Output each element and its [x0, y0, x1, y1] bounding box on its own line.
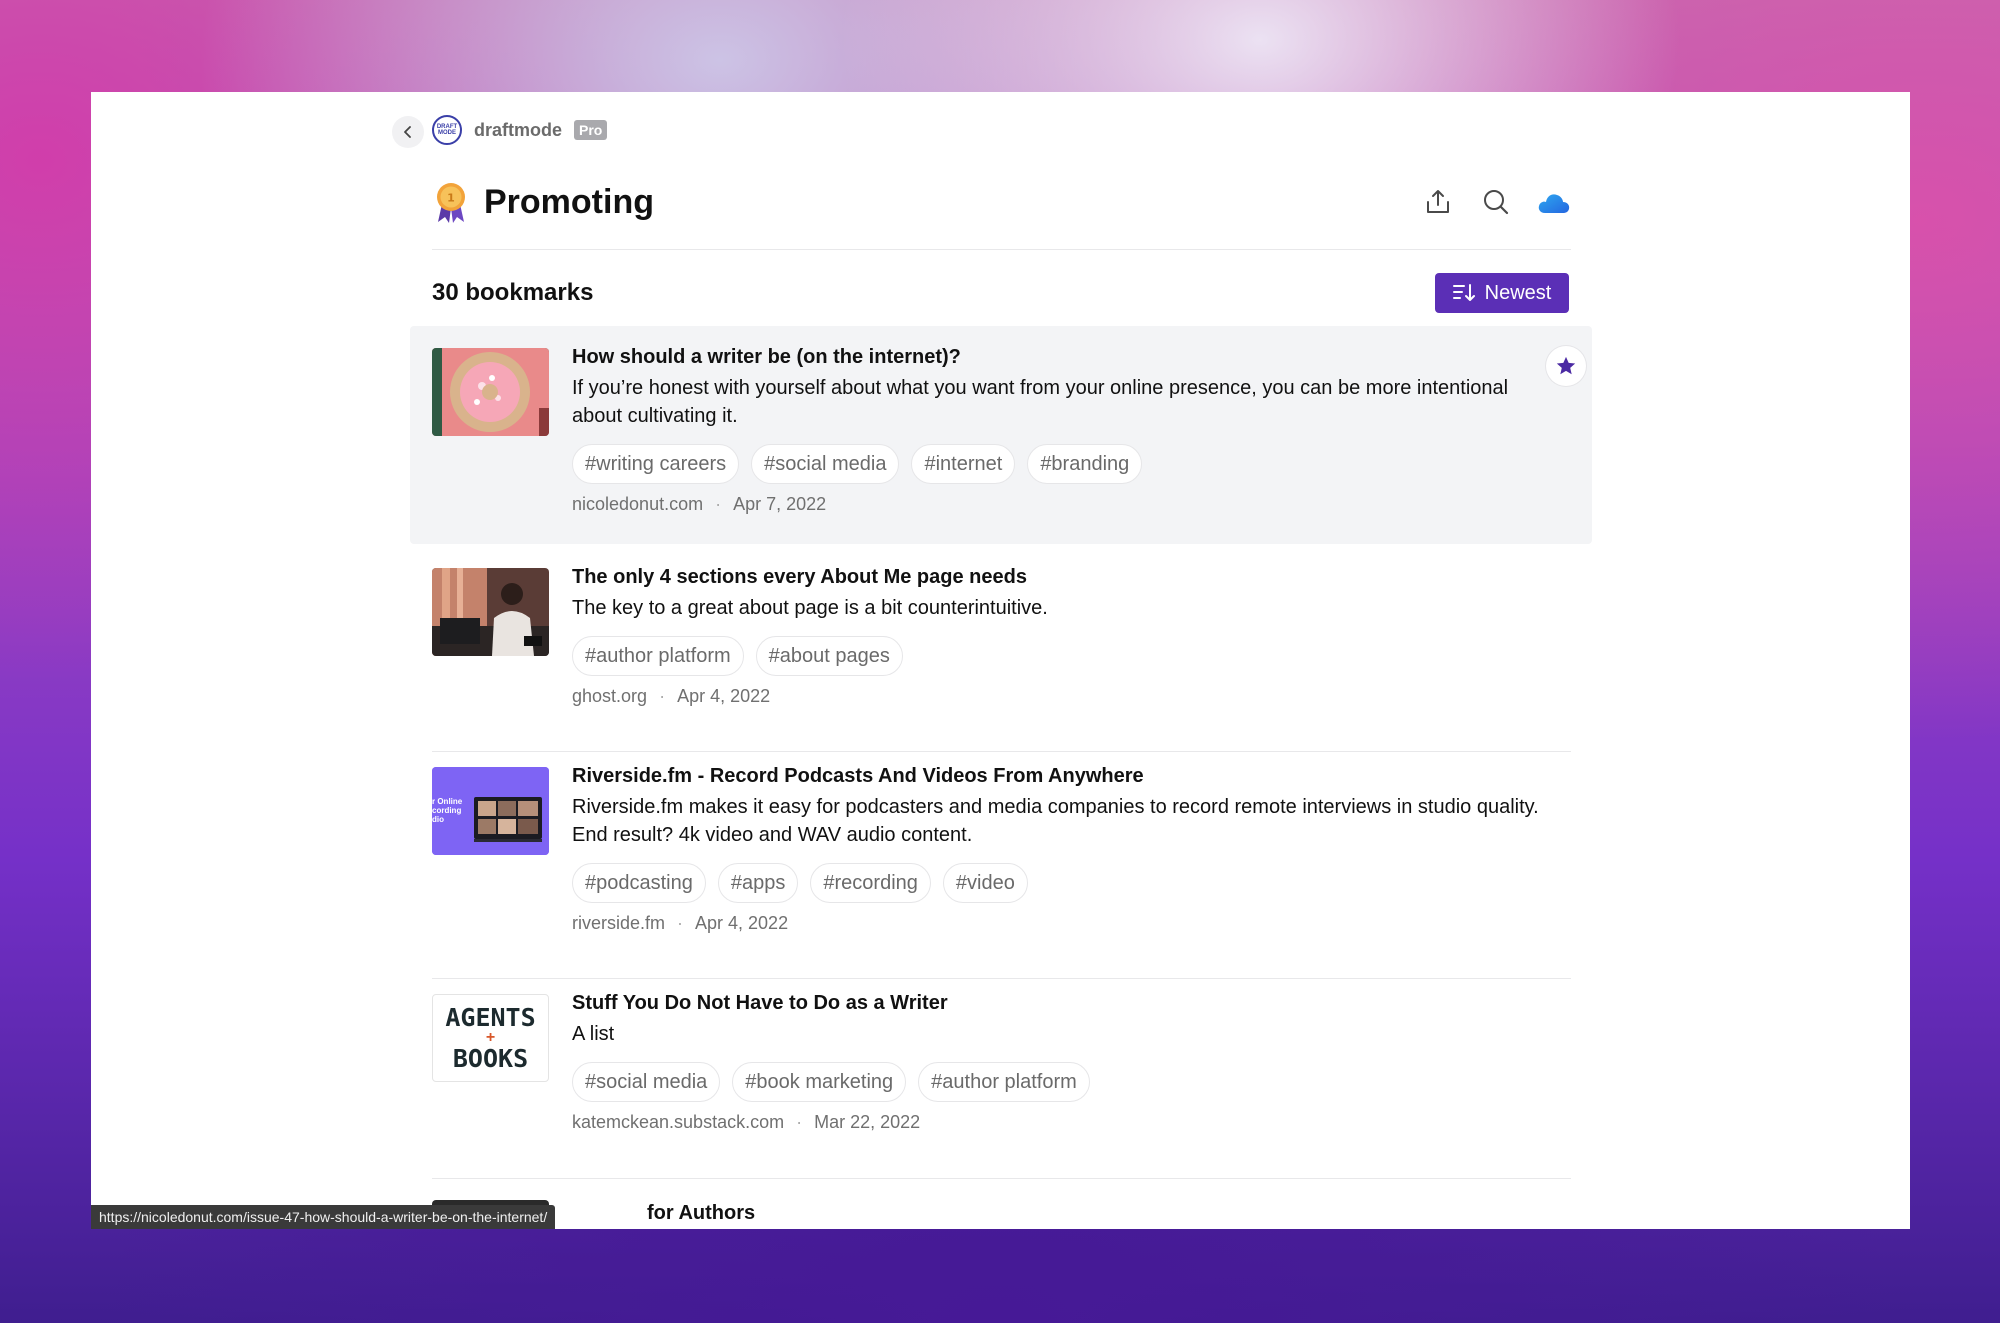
tag-chip[interactable]: #podcasting	[572, 863, 706, 903]
bookmark-thumbnail[interactable]	[432, 348, 549, 436]
tag-list: #author platform #about pages	[572, 636, 1557, 676]
bookmark-description: A list	[572, 1023, 615, 1045]
bookmark-description: If you’re honest with yourself about wha…	[572, 377, 1509, 427]
search-button[interactable]	[1479, 185, 1513, 219]
search-icon	[1484, 190, 1509, 215]
tag-chip[interactable]: #video	[942, 863, 1028, 903]
tag-chip[interactable]: #social media	[572, 1062, 721, 1102]
tag-chip[interactable]: #apps	[717, 863, 799, 903]
page-title: Promoting	[484, 182, 654, 221]
meta-separator: ·	[677, 913, 684, 933]
chevron-left-icon	[404, 126, 411, 138]
meta-separator: ·	[715, 494, 722, 514]
header-divider	[432, 249, 1571, 250]
item-divider	[432, 1178, 1571, 1179]
bookmark-thumbnail[interactable]: AGENTS + BOOKS	[432, 994, 549, 1082]
page-header: 1 Promoting	[432, 172, 1571, 232]
bookmark-description: The key to a great about page is a bit c…	[572, 597, 1048, 619]
sort-label: Newest	[1484, 281, 1552, 304]
icloud-icon	[1538, 194, 1570, 213]
meta-separator: ·	[659, 686, 666, 706]
bookmark-source: nicoledonut.com	[572, 494, 704, 514]
tag-chip[interactable]: #social media	[751, 444, 900, 484]
bookmark-title[interactable]: The only 4 sections every About Me page …	[572, 564, 1557, 590]
bookmark-source: katemckean.substack.com	[572, 1112, 785, 1132]
bookmark-item[interactable]: AGENTS + BOOKS Stuff You Do Not Have to …	[432, 990, 1571, 1150]
app-window: DRAFT MODE draftmode Pro 1 Promoting 30 …	[91, 92, 1910, 1229]
tag-chip[interactable]: #author platform	[572, 636, 744, 676]
bookmark-title[interactable]: Riverside.fm - Record Podcasts And Video…	[572, 763, 1557, 789]
bookmark-title[interactable]: for Authors	[647, 1202, 755, 1225]
svg-text:1: 1	[447, 192, 455, 205]
header-actions	[1421, 185, 1571, 219]
sort-button[interactable]: Newest	[1435, 273, 1569, 313]
bookmark-date: Apr 7, 2022	[733, 494, 827, 514]
status-bar-url: https://nicoledonut.com/issue-47-how-sho…	[91, 1205, 556, 1229]
star-icon	[1556, 356, 1576, 375]
tag-chip[interactable]: #branding	[1027, 444, 1143, 484]
bookmark-item[interactable]: r Online cording dio Riverside.fm - Reco…	[432, 763, 1571, 943]
brand-bar: DRAFT MODE draftmode Pro	[432, 110, 608, 150]
tag-chip[interactable]: #writing careers	[572, 444, 740, 484]
thumbnail-caption-top: AGENTS	[445, 1003, 536, 1032]
thumbnail-caption: r Online cording dio	[432, 797, 463, 824]
tag-chip[interactable]: #about pages	[755, 636, 903, 676]
bookmark-title[interactable]: How should a writer be (on the internet)…	[572, 344, 1557, 370]
tag-list: #social media #book marketing #author pl…	[572, 1062, 1557, 1102]
bookmark-item[interactable]: How should a writer be (on the internet)…	[410, 326, 1592, 544]
item-divider	[432, 978, 1571, 979]
brand-name[interactable]: draftmode	[474, 120, 562, 141]
bookmark-meta: riverside.fm · Apr 4, 2022	[572, 913, 1557, 934]
tag-chip[interactable]: #author platform	[918, 1062, 1090, 1102]
person-at-desk-thumbnail-image	[432, 568, 549, 656]
thumbnail-caption-bottom: BOOKS	[452, 1044, 529, 1073]
share-button[interactable]	[1421, 185, 1455, 219]
tag-list: #writing careers #social media #internet…	[572, 444, 1557, 484]
share-icon	[1427, 190, 1449, 213]
bookmark-meta: ghost.org · Apr 4, 2022	[572, 686, 1557, 707]
icloud-sync-button[interactable]	[1537, 185, 1571, 219]
bookmark-title[interactable]: Stuff You Do Not Have to Do as a Writer	[572, 990, 1557, 1016]
bookmark-item[interactable]: The only 4 sections every About Me page …	[432, 564, 1571, 724]
draftmode-logo[interactable]: DRAFT MODE	[432, 115, 462, 145]
tag-list: #podcasting #apps #recording #video	[572, 863, 1557, 903]
tag-chip[interactable]: #book marketing	[732, 1062, 907, 1102]
bookmark-date: Apr 4, 2022	[695, 913, 789, 933]
tag-chip[interactable]: #internet	[911, 444, 1016, 484]
tag-chip[interactable]: #recording	[810, 863, 931, 903]
bookmark-description: Riverside.fm makes it easy for podcaster…	[572, 796, 1539, 846]
item-divider	[432, 751, 1571, 752]
bookmark-thumbnail[interactable]: r Online cording dio	[432, 767, 549, 855]
bookmark-date: Apr 4, 2022	[677, 686, 771, 706]
donut-thumbnail-image	[432, 348, 549, 436]
bookmark-date: Mar 22, 2022	[814, 1112, 921, 1132]
bookmark-source: riverside.fm	[572, 913, 666, 933]
back-button[interactable]	[392, 116, 424, 148]
favorite-button[interactable]	[1546, 346, 1586, 386]
sort-icon	[1452, 284, 1475, 301]
pro-badge: Pro	[574, 120, 608, 140]
bookmark-meta: nicoledonut.com · Apr 7, 2022	[572, 494, 1557, 515]
medal-icon: 1	[437, 183, 465, 223]
bookmark-count: 30 bookmarks	[432, 279, 594, 306]
meta-separator: ·	[796, 1112, 803, 1132]
bookmark-meta: katemckean.substack.com · Mar 22, 2022	[572, 1112, 1557, 1133]
bookmark-source: ghost.org	[572, 686, 648, 706]
bookmark-thumbnail[interactable]	[432, 568, 549, 656]
